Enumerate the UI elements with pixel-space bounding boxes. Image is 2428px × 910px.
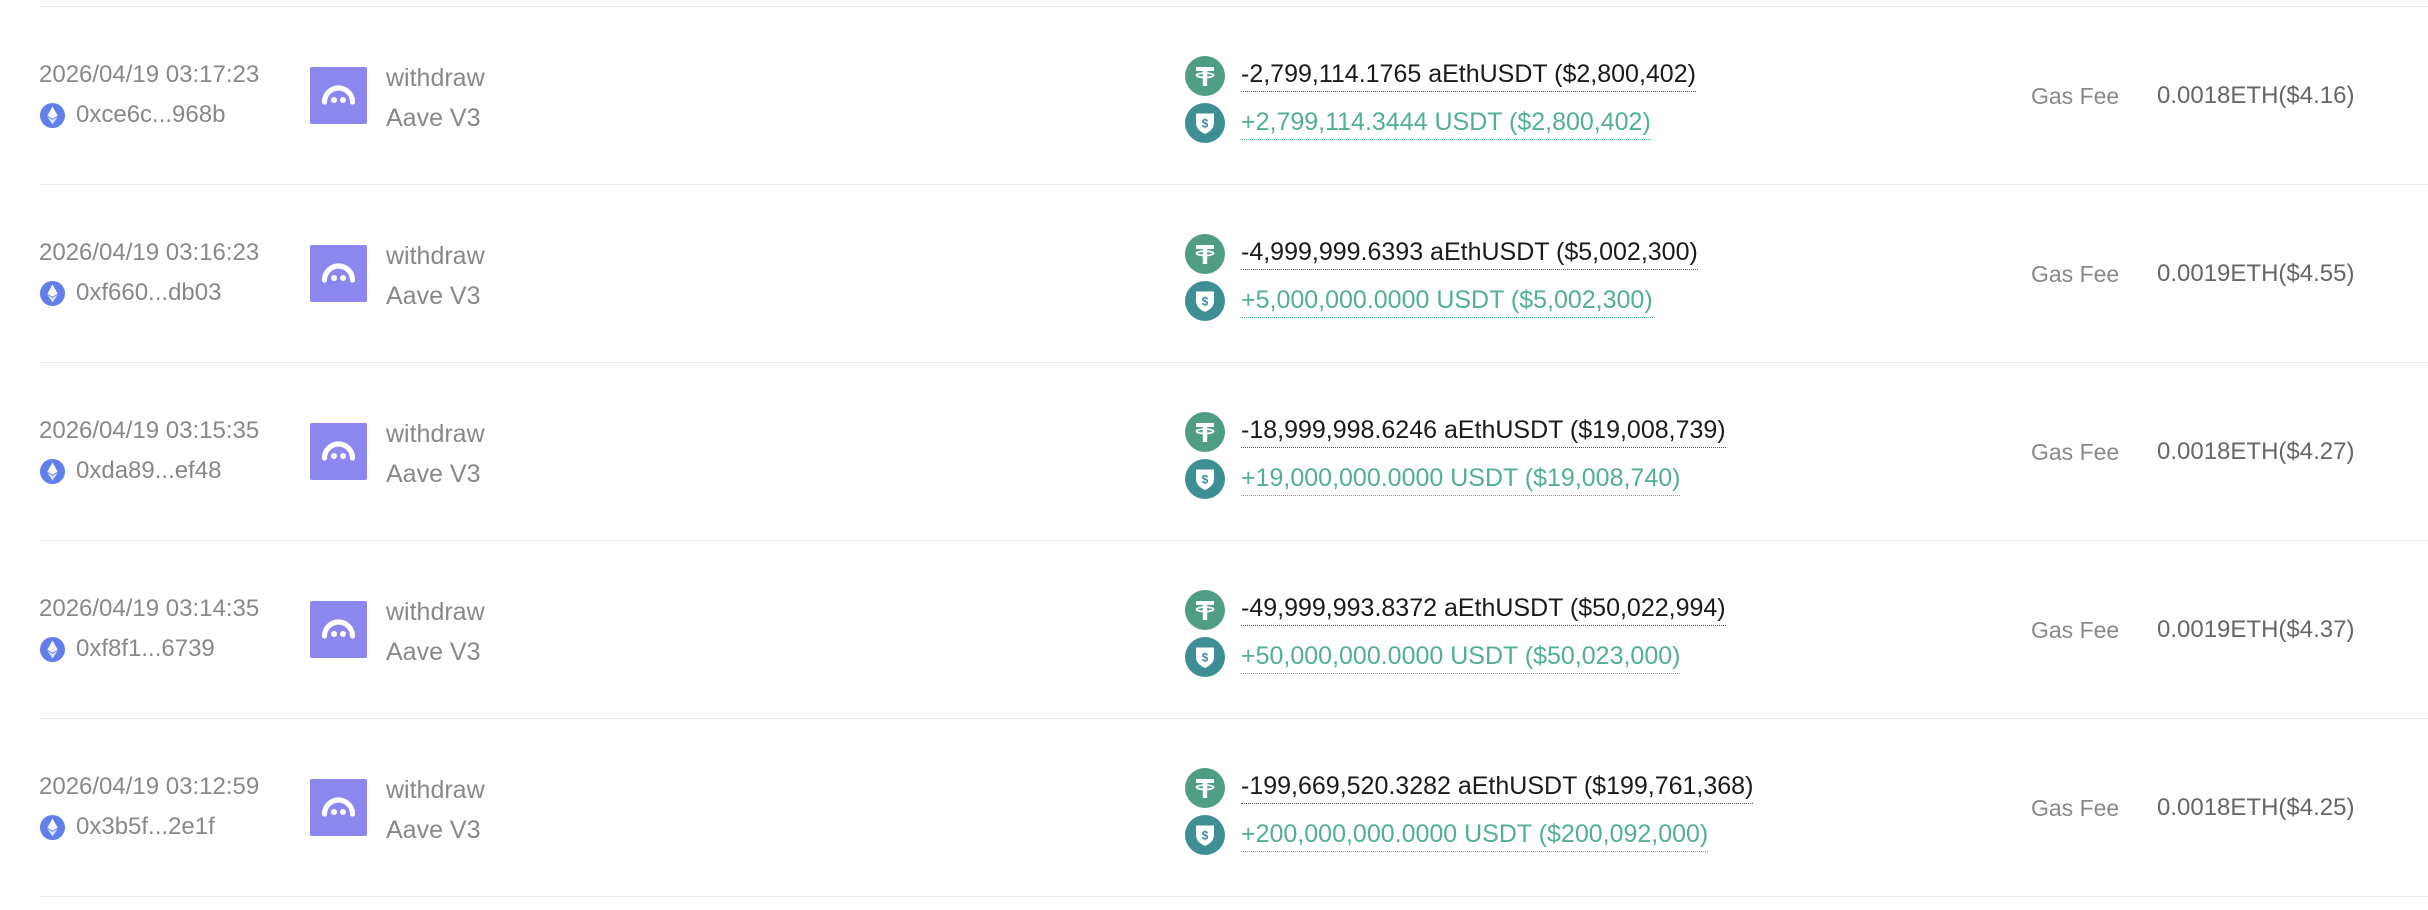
usdt-shield-icon[interactable]: $ xyxy=(1185,103,1225,143)
usdt-shield-icon[interactable]: $ xyxy=(1185,459,1225,499)
ethereum-icon xyxy=(39,102,66,128)
amount-out-link[interactable]: -49,999,993.8372 aEthUSDT ($50,022,994) xyxy=(1241,594,1726,626)
tx-timestamp: 2026/04/19 03:16:23 xyxy=(39,239,260,266)
aethusdt-tether-icon[interactable] xyxy=(1185,234,1225,274)
tx-timestamp: 2026/04/19 03:15:35 xyxy=(39,417,260,444)
gas-fee-value: 0.0019ETH($4.55) xyxy=(2157,260,2355,287)
aave-ghost-icon[interactable] xyxy=(310,423,367,480)
gas-fee-label: Gas Fee xyxy=(2031,261,2120,287)
amount-in-link[interactable]: +2,799,114.3444 USDT ($2,800,402) xyxy=(1241,108,1651,140)
protocol-link[interactable]: Aave V3 xyxy=(386,104,481,133)
svg-text:$: $ xyxy=(1202,473,1209,487)
aave-ghost-icon[interactable] xyxy=(310,601,367,658)
amount-out-link[interactable]: -18,999,998.6246 aEthUSDT ($19,008,739) xyxy=(1241,416,1726,448)
ethereum-icon xyxy=(39,280,66,306)
tx-hash-link[interactable]: 0xda89...ef48 xyxy=(39,457,221,485)
gas-fee-value: 0.0018ETH($4.25) xyxy=(2157,794,2355,821)
gas-fee-label: Gas Fee xyxy=(2031,795,2120,821)
protocol-link[interactable]: Aave V3 xyxy=(386,816,481,845)
tx-timestamp: 2026/04/19 03:17:23 xyxy=(39,61,260,88)
ethereum-icon xyxy=(39,636,66,662)
gas-fee-value: 0.0019ETH($4.37) xyxy=(2157,616,2355,643)
ethereum-icon xyxy=(39,814,66,840)
amount-in-link[interactable]: +50,000,000.0000 USDT ($50,023,000) xyxy=(1241,642,1681,674)
amount-in-link[interactable]: +5,000,000.0000 USDT ($5,002,300) xyxy=(1241,286,1653,318)
aethusdt-tether-icon[interactable] xyxy=(1185,56,1225,96)
protocol-link[interactable]: Aave V3 xyxy=(386,460,481,489)
tx-method: withdraw xyxy=(386,64,485,92)
table-row[interactable]: 2026/04/19 03:14:35 0xf8f1...6739 withdr… xyxy=(39,541,2428,719)
amount-in-link[interactable]: +19,000,000.0000 USDT ($19,008,740) xyxy=(1241,464,1681,496)
gas-fee-label: Gas Fee xyxy=(2031,439,2120,465)
aave-ghost-icon[interactable] xyxy=(310,67,367,124)
amount-out-link[interactable]: -2,799,114.1765 aEthUSDT ($2,800,402) xyxy=(1241,60,1696,92)
transaction-list: 2026/04/19 03:17:23 0xce6c...968b withdr… xyxy=(39,0,2428,910)
tx-hash-link[interactable]: 0x3b5f...2e1f xyxy=(39,813,215,841)
aave-ghost-icon[interactable] xyxy=(310,779,367,836)
usdt-shield-icon[interactable]: $ xyxy=(1185,637,1225,677)
amount-out-link[interactable]: -4,999,999.6393 aEthUSDT ($5,002,300) xyxy=(1241,238,1698,270)
tx-hash[interactable]: 0xce6c...968b xyxy=(76,101,225,129)
usdt-shield-icon[interactable]: $ xyxy=(1185,281,1225,321)
svg-text:$: $ xyxy=(1202,651,1209,665)
tx-hash-link[interactable]: 0xce6c...968b xyxy=(39,101,225,129)
amount-in-link[interactable]: +200,000,000.0000 USDT ($200,092,000) xyxy=(1241,820,1709,852)
gas-fee-label: Gas Fee xyxy=(2031,83,2120,109)
tx-hash-link[interactable]: 0xf8f1...6739 xyxy=(39,635,215,663)
aethusdt-tether-icon[interactable] xyxy=(1185,412,1225,452)
svg-text:$: $ xyxy=(1202,295,1209,309)
tx-timestamp: 2026/04/19 03:12:59 xyxy=(39,773,260,800)
tx-hash[interactable]: 0xf660...db03 xyxy=(76,279,221,307)
protocol-link[interactable]: Aave V3 xyxy=(386,638,481,667)
tx-timestamp: 2026/04/19 03:14:35 xyxy=(39,595,260,622)
protocol-link[interactable]: Aave V3 xyxy=(386,282,481,311)
svg-text:$: $ xyxy=(1202,829,1209,843)
gas-fee-value: 0.0018ETH($4.16) xyxy=(2157,82,2355,109)
table-row[interactable]: 2026/04/19 03:16:23 0xf660...db03 withdr… xyxy=(39,185,2428,363)
aethusdt-tether-icon[interactable] xyxy=(1185,768,1225,808)
table-row[interactable]: 2026/04/19 03:15:35 0xda89...ef48 withdr… xyxy=(39,363,2428,541)
tx-method: withdraw xyxy=(386,420,485,448)
gas-fee-label: Gas Fee xyxy=(2031,617,2120,643)
svg-text:$: $ xyxy=(1202,117,1209,131)
amount-out-link[interactable]: -199,669,520.3282 aEthUSDT ($199,761,368… xyxy=(1241,772,1754,804)
tx-hash-link[interactable]: 0xf660...db03 xyxy=(39,279,221,307)
table-row[interactable]: 2026/04/19 03:12:59 0x3b5f...2e1f withdr… xyxy=(39,719,2428,897)
gas-fee-value: 0.0018ETH($4.27) xyxy=(2157,438,2355,465)
tx-method: withdraw xyxy=(386,242,485,270)
aethusdt-tether-icon[interactable] xyxy=(1185,590,1225,630)
tx-method: withdraw xyxy=(386,598,485,626)
tx-method: withdraw xyxy=(386,776,485,804)
tx-hash[interactable]: 0x3b5f...2e1f xyxy=(76,813,215,841)
table-row[interactable]: 2026/04/19 03:17:23 0xce6c...968b withdr… xyxy=(39,7,2428,185)
tx-hash[interactable]: 0xda89...ef48 xyxy=(76,457,221,485)
ethereum-icon xyxy=(39,458,66,484)
usdt-shield-icon[interactable]: $ xyxy=(1185,815,1225,855)
aave-ghost-icon[interactable] xyxy=(310,245,367,302)
tx-hash[interactable]: 0xf8f1...6739 xyxy=(76,635,215,663)
